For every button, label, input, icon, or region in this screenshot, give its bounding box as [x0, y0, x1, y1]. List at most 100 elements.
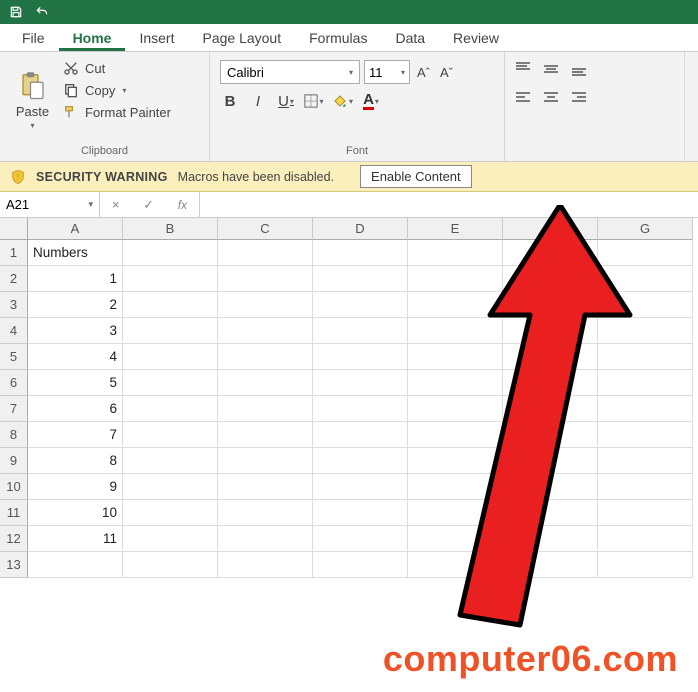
- cell[interactable]: [598, 448, 693, 474]
- cancel-formula-button[interactable]: ×: [112, 197, 120, 212]
- cell[interactable]: [408, 448, 503, 474]
- cell[interactable]: [313, 526, 408, 552]
- cell[interactable]: [408, 500, 503, 526]
- cell[interactable]: [598, 344, 693, 370]
- cell[interactable]: [218, 292, 313, 318]
- cell[interactable]: [598, 552, 693, 578]
- cut-button[interactable]: Cut: [63, 60, 171, 76]
- cell[interactable]: [123, 292, 218, 318]
- cell[interactable]: [313, 266, 408, 292]
- column-header[interactable]: A: [28, 218, 123, 240]
- cell[interactable]: 6: [28, 396, 123, 422]
- cell[interactable]: [313, 500, 408, 526]
- tab-page-layout[interactable]: Page Layout: [188, 25, 295, 51]
- cell[interactable]: Numbers: [28, 240, 123, 266]
- cell[interactable]: [218, 266, 313, 292]
- cell[interactable]: [503, 448, 598, 474]
- cell[interactable]: [313, 474, 408, 500]
- row-header[interactable]: 6: [0, 370, 28, 396]
- format-painter-button[interactable]: Format Painter: [63, 104, 171, 120]
- tab-data[interactable]: Data: [381, 25, 439, 51]
- cell[interactable]: 10: [28, 500, 123, 526]
- cell[interactable]: [598, 474, 693, 500]
- cell[interactable]: [218, 500, 313, 526]
- cell[interactable]: [123, 526, 218, 552]
- cell[interactable]: [503, 370, 598, 396]
- cell[interactable]: [503, 552, 598, 578]
- cell[interactable]: [598, 240, 693, 266]
- font-name-select[interactable]: Calibri ▾: [220, 60, 360, 84]
- cell[interactable]: [313, 422, 408, 448]
- decrease-font-button[interactable]: Aˇ: [437, 65, 456, 80]
- row-header[interactable]: 5: [0, 344, 28, 370]
- cell[interactable]: [218, 526, 313, 552]
- cell[interactable]: [123, 474, 218, 500]
- cell[interactable]: [123, 422, 218, 448]
- row-header[interactable]: 7: [0, 396, 28, 422]
- cell[interactable]: 8: [28, 448, 123, 474]
- cell[interactable]: [123, 500, 218, 526]
- cell[interactable]: [218, 344, 313, 370]
- column-header[interactable]: E: [408, 218, 503, 240]
- cell[interactable]: [503, 396, 598, 422]
- cell[interactable]: [218, 396, 313, 422]
- cell[interactable]: 9: [28, 474, 123, 500]
- cell[interactable]: 11: [28, 526, 123, 552]
- tab-review[interactable]: Review: [439, 25, 513, 51]
- column-header[interactable]: F: [503, 218, 598, 240]
- align-left-button[interactable]: [515, 91, 531, 110]
- cell[interactable]: [313, 396, 408, 422]
- cell[interactable]: [408, 474, 503, 500]
- cell[interactable]: [503, 240, 598, 266]
- cell[interactable]: [123, 318, 218, 344]
- cell[interactable]: [598, 266, 693, 292]
- select-all-corner[interactable]: [0, 218, 28, 240]
- copy-button[interactable]: Copy ▾: [63, 82, 171, 98]
- column-header[interactable]: G: [598, 218, 693, 240]
- cell[interactable]: [218, 318, 313, 344]
- cell[interactable]: [598, 526, 693, 552]
- cell[interactable]: [408, 318, 503, 344]
- borders-button[interactable]: ▾: [304, 90, 324, 112]
- row-header[interactable]: 3: [0, 292, 28, 318]
- align-top-button[interactable]: [515, 62, 531, 81]
- tab-home[interactable]: Home: [59, 25, 126, 51]
- tab-formulas[interactable]: Formulas: [295, 25, 381, 51]
- cell[interactable]: [218, 422, 313, 448]
- cell[interactable]: [503, 344, 598, 370]
- row-header[interactable]: 12: [0, 526, 28, 552]
- align-center-button[interactable]: [543, 91, 559, 110]
- cell[interactable]: [218, 448, 313, 474]
- cell[interactable]: [598, 396, 693, 422]
- cell[interactable]: [218, 370, 313, 396]
- paste-button[interactable]: Paste ▾: [10, 56, 55, 143]
- row-header[interactable]: 13: [0, 552, 28, 578]
- cell[interactable]: [408, 422, 503, 448]
- cell[interactable]: [408, 370, 503, 396]
- cell[interactable]: 5: [28, 370, 123, 396]
- cell[interactable]: [123, 240, 218, 266]
- cell[interactable]: [408, 344, 503, 370]
- cell[interactable]: [598, 292, 693, 318]
- cell[interactable]: [313, 552, 408, 578]
- cell[interactable]: [503, 292, 598, 318]
- align-bottom-button[interactable]: [571, 62, 587, 81]
- cell[interactable]: [408, 526, 503, 552]
- cell[interactable]: [313, 370, 408, 396]
- cell[interactable]: [408, 552, 503, 578]
- spreadsheet-grid[interactable]: ABCDEFG1Numbers2132435465768798109111012…: [0, 218, 698, 578]
- cell[interactable]: [313, 292, 408, 318]
- confirm-formula-button[interactable]: ✓: [143, 197, 154, 213]
- cell[interactable]: [123, 370, 218, 396]
- formula-input[interactable]: [200, 192, 698, 217]
- bold-button[interactable]: B: [220, 90, 240, 112]
- cell[interactable]: [218, 240, 313, 266]
- align-middle-button[interactable]: [543, 62, 559, 81]
- cell[interactable]: [408, 266, 503, 292]
- cell[interactable]: [503, 474, 598, 500]
- row-header[interactable]: 2: [0, 266, 28, 292]
- save-icon[interactable]: [8, 4, 24, 20]
- row-header[interactable]: 1: [0, 240, 28, 266]
- cell[interactable]: [218, 552, 313, 578]
- cell[interactable]: [503, 526, 598, 552]
